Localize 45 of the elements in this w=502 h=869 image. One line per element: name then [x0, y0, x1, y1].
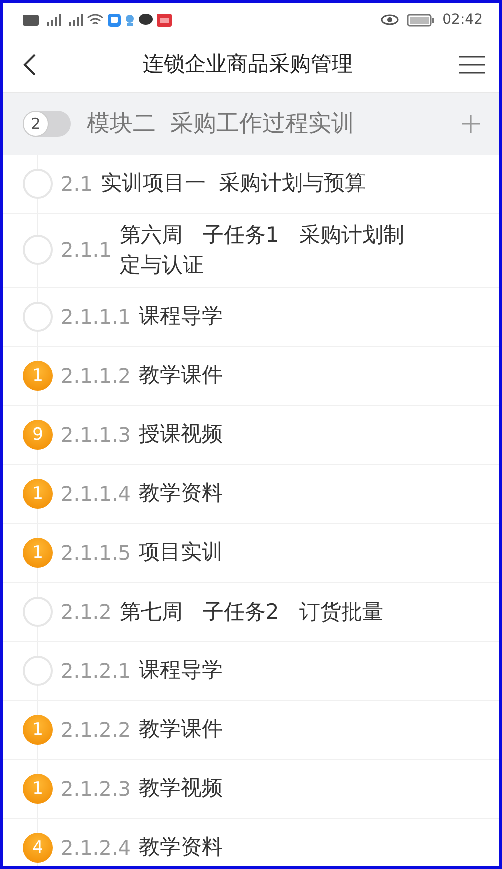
page-title: 连锁企业商品采购管理 — [143, 50, 353, 78]
item-title[interactable]: 教学资料 — [138, 832, 223, 864]
item-title[interactable]: 教学课件 — [138, 360, 223, 392]
chat-icon — [139, 14, 153, 26]
module-toggle[interactable]: 2 — [23, 111, 71, 137]
count-badge: 4 — [23, 832, 53, 863]
item-title[interactable]: 课程导学 — [138, 655, 223, 687]
item-number: 2.1.2.3 — [61, 776, 131, 803]
item-title[interactable]: 实训项目一 采购计划与预算 — [100, 168, 366, 200]
plus-icon[interactable] — [461, 114, 481, 134]
item-title[interactable]: 项目实训 — [138, 537, 223, 569]
status-time: 02:42 — [442, 10, 483, 30]
item-title[interactable]: 教学视频 — [138, 773, 223, 805]
menu-icon[interactable] — [459, 56, 485, 74]
item-number: 2.1.2 — [61, 598, 112, 626]
item-title[interactable]: 教学资料 — [138, 478, 223, 510]
item-number: 2.1.1 — [61, 237, 112, 264]
count-badge: 1 — [23, 538, 53, 568]
item-title[interactable]: 授课视频 — [138, 419, 223, 451]
item-number: 2.1.1.4 — [61, 480, 131, 508]
item-number: 2.1.1.3 — [61, 422, 131, 449]
wifi-icon — [87, 14, 104, 26]
item-number: 2.1.2.4 — [61, 834, 131, 862]
item-number: 2.1.2.2 — [61, 716, 131, 744]
item-title[interactable]: 课程导学 — [138, 301, 223, 333]
app-icon — [125, 14, 135, 26]
item-title[interactable]: 教学课件 — [138, 714, 223, 746]
count-badge: 1 — [23, 360, 53, 391]
count-badge: 9 — [23, 420, 53, 450]
item-number: 2.1.2.1 — [61, 658, 131, 685]
battery-icon — [406, 14, 435, 26]
app-icon — [157, 14, 172, 26]
count-badge: 1 — [23, 774, 53, 804]
item-number: 2.1 — [61, 171, 93, 198]
back-icon[interactable] — [23, 54, 37, 76]
module-title[interactable]: 模块二 采购工作过程实训 — [87, 106, 461, 142]
count-badge: 1 — [23, 478, 53, 509]
eye-icon — [380, 14, 399, 26]
item-title[interactable]: 第六周 子任务1 采购计划制定与认证 — [120, 220, 405, 281]
item-number: 2.1.1.5 — [61, 540, 131, 567]
count-badge: 1 — [23, 714, 53, 745]
item-number: 2.1.1.2 — [61, 362, 131, 390]
app-icon — [108, 14, 121, 26]
item-title[interactable]: 第七周 子任务2 订货批量 — [120, 596, 384, 628]
item-number: 2.1.1.1 — [61, 304, 131, 331]
